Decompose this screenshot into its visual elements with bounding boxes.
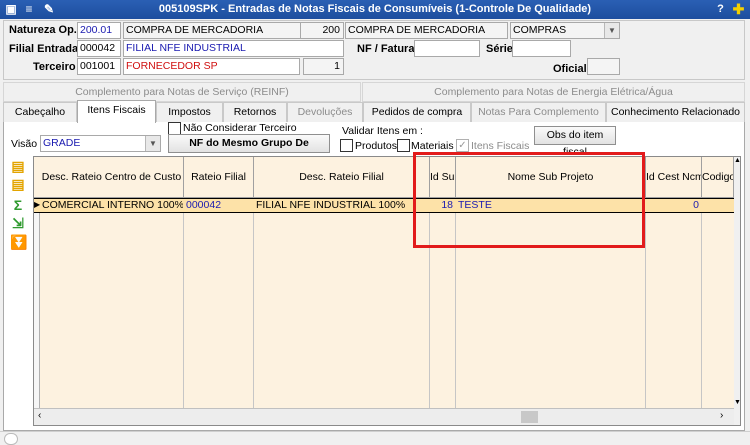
scroll-down-icon[interactable]: ▼ [734,399,740,406]
filial-code-field[interactable]: 000042 [77,40,121,57]
terceiro-code-field[interactable]: 001001 [77,58,121,75]
col-desc-rateio-filial[interactable]: Desc. Rateio Filial [254,157,430,198]
materiais-label: Materiais [411,140,454,152]
cell-centro-custo[interactable]: COMERCIAL INTERNO 100% [40,199,183,212]
natureza-combo-value: COMPRAS [513,24,567,36]
sum-icon[interactable]: Σ [10,197,26,213]
tab-impostos[interactable]: Impostos [156,102,223,122]
itens-fiscais-checkbox[interactable]: ✓ [456,139,469,152]
natureza-label: Natureza Op. [9,24,77,36]
tab-cabecalho[interactable]: Cabeçalho [3,102,77,122]
scroll-left-icon[interactable]: ‹ [38,410,41,421]
plus-icon[interactable]: ✚ [731,2,746,17]
obs-item-fiscal-button[interactable]: Obs do item fiscal [534,126,616,158]
nf-label: NF / Fatura [357,43,415,55]
chevron-down-icon[interactable]: ▼ [604,23,619,38]
remove-row-icon[interactable]: ▤ [10,176,26,192]
col-id-cest-ncm[interactable]: Id Cest Ncm [646,157,702,198]
serie-label: Série [486,43,513,55]
natureza-combo[interactable]: COMPRAS ▼ [510,22,620,39]
filial-desc-field[interactable]: FILIAL NFE INDUSTRIAL [123,40,344,57]
cell-rateio-filial[interactable]: 000042 [184,199,253,212]
natureza-desc-field: COMPRA DE MERCADORIA [123,22,328,39]
tab-reinf: Complemento para Notas de Serviço (REINF… [3,82,361,102]
cell-id-cest-ncm[interactable]: 0 [646,199,701,212]
col-codigo[interactable]: Codigo [702,157,734,198]
visao-value: GRADE [43,137,81,149]
natureza-num-field: 200 [300,22,344,39]
nf-field[interactable] [414,40,480,57]
cell-codigo[interactable] [702,199,734,212]
expand-down-icon[interactable]: ⏬ [10,234,27,250]
col-divider [253,198,254,408]
validar-label: Validar Itens em : [342,125,423,137]
add-row-icon[interactable]: ▤ [10,158,26,174]
tab-notas-complemento[interactable]: Notas Para Complemento [471,102,606,122]
nf-grupo-button[interactable]: NF do Mesmo Grupo De Empresa [168,134,330,166]
help-icon[interactable]: ? [713,2,728,17]
materiais-checkbox[interactable] [397,139,410,152]
tab-retornos[interactable]: Retornos [223,102,287,122]
oficial-field [587,58,620,75]
status-bar [0,431,750,445]
tab-energia: Complemento para Notas de Energia Elétri… [362,82,745,102]
status-indicator-icon [4,433,18,445]
terceiro-label: Terceiro [33,61,76,73]
window-title: 005109SPK - Entradas de Notas Fiscais de… [158,3,592,15]
visao-select[interactable]: GRADE ▼ [40,135,161,152]
cell-desc-rateio-filial[interactable]: FILIAL NFE INDUSTRIAL 100% [254,199,429,212]
title-bar: ▣ ≡ ✎ 005109SPK - Entradas de Notas Fisc… [0,0,750,19]
produtos-checkbox[interactable] [340,139,353,152]
col-divider [701,198,702,408]
col-divider [645,198,646,408]
scroll-thumb[interactable] [521,411,538,423]
natureza-desc2-field: COMPRA DE MERCADORIA [345,22,508,39]
visao-label: Visão [11,138,38,150]
filial-label: Filial Entrada [9,43,79,55]
nao-considerar-label: Não Considerar Terceiro [183,122,297,134]
tab-pedidos-compra[interactable]: Pedidos de compra [363,102,471,122]
horizontal-scrollbar[interactable]: ‹ › [34,408,734,425]
terceiro-num-field: 1 [303,58,344,75]
tab-row-main: Cabeçalho Itens Fiscais Impostos Retorno… [3,100,745,123]
tab-row-top: Complemento para Notas de Serviço (REINF… [3,82,745,102]
col-rateio-filial[interactable]: Rateio Filial [184,157,254,198]
tab-conhecimento[interactable]: Conhecimento Relacionado [606,102,745,122]
produtos-label: Produtos [355,140,398,152]
scroll-right-icon[interactable]: › [720,410,723,421]
tab-itens-fiscais[interactable]: Itens Fiscais [77,100,156,123]
terceiro-desc-field[interactable]: FORNECEDOR SP [123,58,300,75]
chevron-down-icon[interactable]: ▼ [145,136,160,151]
tab-devolucoes[interactable]: Devoluções [287,102,363,122]
export-icon[interactable]: ⇲ [10,215,26,231]
itens-fiscais-label: Itens Fiscais [471,140,530,152]
scroll-up-icon[interactable]: ▲ [734,157,740,164]
col-divider [183,198,184,408]
vertical-scrollbar[interactable]: ▲ ▼ [734,157,740,425]
highlight-box [413,152,645,248]
oficial-label: Oficial [553,63,587,75]
serie-field[interactable] [512,40,571,57]
natureza-code-field[interactable]: 200.01 [77,22,121,39]
col-desc-rateio-cc[interactable]: Desc. Rateio Centro de Custo [40,157,184,198]
